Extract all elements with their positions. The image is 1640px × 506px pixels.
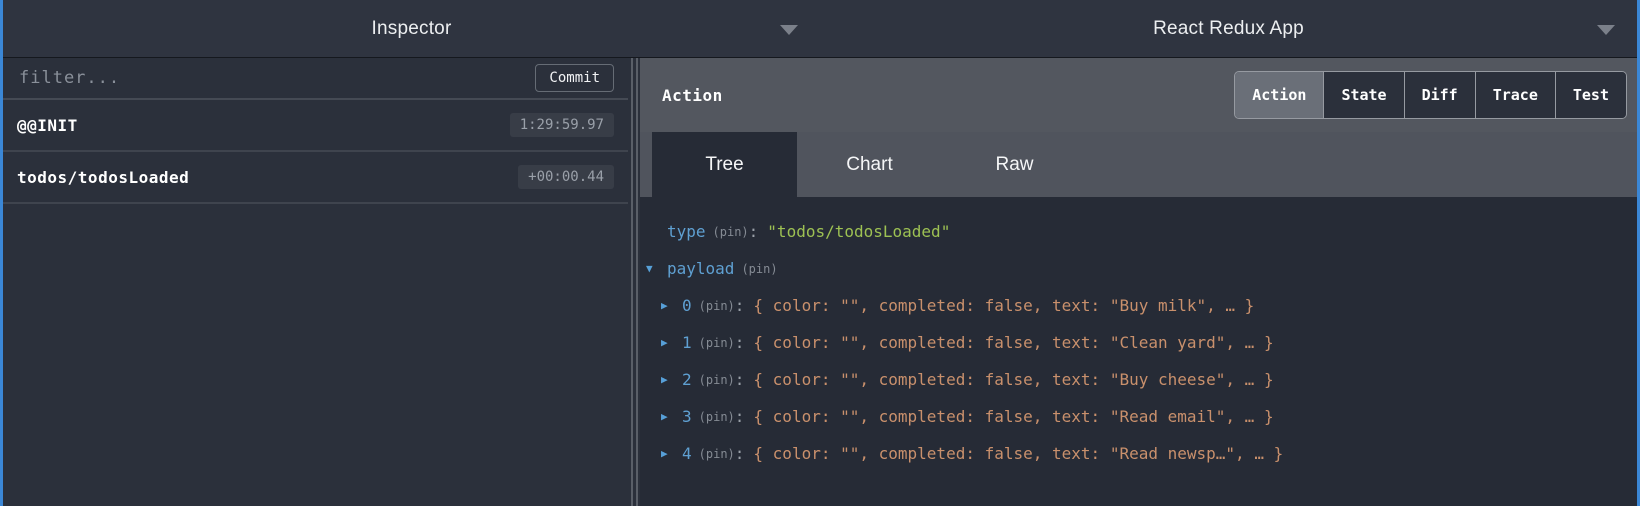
subtab-raw[interactable]: Raw xyxy=(942,132,1087,197)
tree-index: 4 xyxy=(682,444,692,463)
monitor-selector-label: Inspector xyxy=(372,18,452,40)
detail-header: Action Action State Diff Trace Test xyxy=(640,58,1637,132)
colon: : xyxy=(735,296,745,315)
monitor-selector[interactable]: Inspector xyxy=(3,0,820,57)
expand-arrow-icon[interactable]: ▶ xyxy=(661,410,682,423)
object-preview: { color: "", completed: false, text: "Cl… xyxy=(753,333,1273,352)
json-tree: type (pin) : "todos/todosLoaded" ▼ paylo… xyxy=(640,197,1637,506)
payload-children: ▶ 0 (pin) : { color: "", completed: fals… xyxy=(661,287,1637,472)
object-preview: { color: "", completed: false, text: "Bu… xyxy=(753,370,1273,389)
filter-row: Commit xyxy=(3,58,628,100)
top-bar: Inspector React Redux App xyxy=(3,0,1637,58)
action-name: todos/todosLoaded xyxy=(17,168,189,187)
action-list-item[interactable]: @@INIT 1:29:59.97 xyxy=(3,100,628,152)
colon: : xyxy=(735,444,745,463)
tree-string-value: "todos/todosLoaded" xyxy=(767,222,950,241)
colon: : xyxy=(735,333,745,352)
action-timestamp-badge: +00:00.44 xyxy=(518,165,614,189)
action-list-item[interactable]: todos/todosLoaded +00:00.44 xyxy=(3,152,628,204)
tree-key: payload xyxy=(667,259,734,278)
pin-label[interactable]: (pin) xyxy=(741,262,777,276)
tab-state[interactable]: State xyxy=(1324,72,1404,118)
pin-label[interactable]: (pin) xyxy=(699,447,735,461)
pin-label[interactable]: (pin) xyxy=(699,410,735,424)
tree-row-item[interactable]: ▶ 2 (pin) : { color: "", completed: fals… xyxy=(661,361,1637,398)
commit-button[interactable]: Commit xyxy=(535,64,614,92)
colon: : xyxy=(735,407,745,426)
tree-row-payload[interactable]: ▼ payload (pin) xyxy=(646,250,1637,287)
tab-test[interactable]: Test xyxy=(1556,72,1626,118)
expand-arrow-icon[interactable]: ▶ xyxy=(661,336,682,349)
tree-index: 0 xyxy=(682,296,692,315)
redux-devtools-panel: Inspector React Redux App Commit @@INIT … xyxy=(0,0,1640,506)
action-list-panel: Commit @@INIT 1:29:59.97 todos/todosLoad… xyxy=(3,58,628,506)
instance-selector-label: React Redux App xyxy=(1153,18,1304,40)
tree-row-item[interactable]: ▶ 1 (pin) : { color: "", completed: fals… xyxy=(661,324,1637,361)
action-detail-panel: Action Action State Diff Trace Test Tree… xyxy=(640,58,1637,506)
pin-label[interactable]: (pin) xyxy=(699,299,735,313)
pin-label[interactable]: (pin) xyxy=(699,373,735,387)
pin-label[interactable]: (pin) xyxy=(713,225,749,239)
object-preview: { color: "", completed: false, text: "Bu… xyxy=(753,296,1254,315)
tree-index: 1 xyxy=(682,333,692,352)
tree-row-item[interactable]: ▶ 4 (pin) : { color: "", completed: fals… xyxy=(661,435,1637,472)
subtab-tree[interactable]: Tree xyxy=(652,132,797,197)
tree-key: type xyxy=(667,222,706,241)
filter-input[interactable] xyxy=(17,67,535,89)
tab-action[interactable]: Action xyxy=(1235,72,1324,118)
expand-arrow-icon[interactable]: ▶ xyxy=(661,373,682,386)
tab-diff[interactable]: Diff xyxy=(1405,72,1476,118)
detail-tab-group: Action State Diff Trace Test xyxy=(1234,71,1627,119)
panel-resize-handle[interactable] xyxy=(628,58,640,506)
detail-header-title: Action xyxy=(662,86,723,105)
tree-row-item[interactable]: ▶ 3 (pin) : { color: "", completed: fals… xyxy=(661,398,1637,435)
object-preview: { color: "", completed: false, text: "Re… xyxy=(753,407,1273,426)
colon: : xyxy=(735,370,745,389)
chevron-down-icon xyxy=(1597,25,1615,35)
main-area: Commit @@INIT 1:29:59.97 todos/todosLoad… xyxy=(3,58,1637,506)
chevron-down-icon xyxy=(780,25,798,35)
expand-arrow-icon[interactable]: ▶ xyxy=(661,299,682,312)
action-timestamp-badge: 1:29:59.97 xyxy=(510,113,614,137)
tree-index: 3 xyxy=(682,407,692,426)
collapse-arrow-icon[interactable]: ▼ xyxy=(646,262,667,275)
pin-label[interactable]: (pin) xyxy=(699,336,735,350)
view-mode-tabs: Tree Chart Raw xyxy=(640,132,1637,197)
tree-index: 2 xyxy=(682,370,692,389)
object-preview: { color: "", completed: false, text: "Re… xyxy=(753,444,1283,463)
instance-selector[interactable]: React Redux App xyxy=(820,0,1637,57)
tree-row-type[interactable]: type (pin) : "todos/todosLoaded" xyxy=(646,213,1637,250)
subtab-chart[interactable]: Chart xyxy=(797,132,942,197)
tree-row-item[interactable]: ▶ 0 (pin) : { color: "", completed: fals… xyxy=(661,287,1637,324)
colon: : xyxy=(749,222,759,241)
tab-trace[interactable]: Trace xyxy=(1476,72,1556,118)
action-name: @@INIT xyxy=(17,116,78,135)
expand-arrow-icon[interactable]: ▶ xyxy=(661,447,682,460)
